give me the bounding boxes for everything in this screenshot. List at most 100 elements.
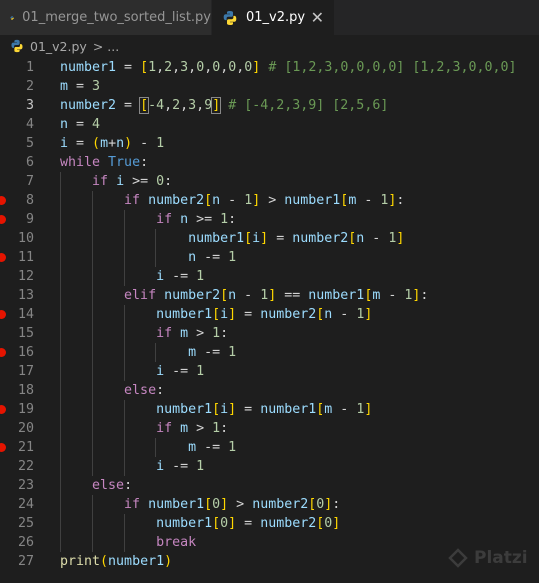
line-number: 11	[17, 250, 34, 265]
code-line[interactable]: 21 m -= 1	[0, 438, 539, 457]
line-number: 5	[25, 136, 34, 151]
line-number: 17	[17, 364, 34, 379]
line-number: 23	[17, 478, 34, 493]
code-line[interactable]: 15 if m > 1:	[0, 324, 539, 343]
code-line[interactable]: 16 m -= 1	[0, 343, 539, 362]
code-token: [	[212, 307, 221, 322]
code-token: number1	[108, 554, 165, 569]
line-number: 16	[17, 345, 34, 360]
code-token: number2	[164, 288, 221, 303]
code-token: if	[156, 421, 173, 436]
code-text: print(number1)	[60, 552, 172, 571]
code-line[interactable]: 2 m = 3	[0, 77, 539, 96]
code-token: number1	[188, 231, 245, 246]
code-line[interactable]: 10 number1[i] = number2[n - 1]	[0, 229, 539, 248]
code-token: =	[236, 516, 261, 531]
line-number: 1	[25, 60, 34, 75]
code-token: >	[188, 326, 213, 341]
code-token: else	[124, 383, 157, 398]
line-number: 12	[17, 269, 34, 284]
code-token: [	[212, 402, 221, 417]
code-token: >	[260, 193, 285, 208]
code-line[interactable]: 5 i = (m+n) - 1	[0, 134, 539, 153]
code-token: :	[164, 174, 173, 189]
code-line[interactable]: 9 if n >= 1:	[0, 210, 539, 229]
code-token: 1	[228, 440, 237, 455]
line-number: 2	[25, 79, 34, 94]
code-text: m -= 1	[60, 438, 236, 457]
code-line[interactable]: 1 number1 = [1,2,3,0,0,0,0] # [1,2,3,0,0,…	[0, 58, 539, 77]
code-line[interactable]: 17 i -= 1	[0, 362, 539, 381]
line-number: 20	[17, 421, 34, 436]
tab-01-v2[interactable]: 01_v2.py ✕	[212, 0, 335, 35]
code-token: :	[124, 478, 133, 493]
tab-merge-two-sorted-list[interactable]: 01_merge_two_sorted_list.py	[0, 0, 212, 35]
code-token: number1	[156, 307, 213, 322]
code-token: ]	[228, 307, 237, 322]
code-token: -=	[196, 440, 229, 455]
code-token: number1	[60, 60, 117, 75]
code-line[interactable]: 18 else:	[0, 381, 539, 400]
code-token: True	[108, 155, 141, 170]
close-icon[interactable]: ✕	[311, 8, 324, 27]
code-token: ,	[196, 98, 205, 113]
code-token: [	[204, 497, 213, 512]
code-token: number2	[252, 497, 309, 512]
code-token: >=	[124, 174, 157, 189]
line-number: 9	[25, 212, 34, 227]
code-text: n = 4	[60, 115, 100, 134]
code-line[interactable]: 3 number2 = [-4,2,3,9] # [-4,2,3,9] [2,5,…	[0, 96, 539, 115]
code-token: -	[364, 231, 389, 246]
code-token: number2	[260, 516, 317, 531]
breadcrumb-symbols[interactable]: ...	[107, 39, 119, 54]
code-token: number2	[260, 307, 317, 322]
code-token: ,	[172, 60, 181, 75]
code-token: m	[188, 345, 197, 360]
code-line[interactable]: 12 i -= 1	[0, 267, 539, 286]
code-line[interactable]: 22 i -= 1	[0, 457, 539, 476]
code-token: 1	[196, 269, 205, 284]
code-token: number1	[308, 288, 365, 303]
breadcrumb-separator: >	[92, 38, 104, 54]
code-line[interactable]: 20 if m > 1:	[0, 419, 539, 438]
code-line[interactable]: 8 if number2[n - 1] > number1[m - 1]:	[0, 191, 539, 210]
python-file-icon	[10, 15, 14, 20]
code-line[interactable]: 4n = 4	[0, 115, 539, 134]
code-token: =	[116, 98, 141, 113]
code-token: 3	[92, 79, 101, 94]
code-token: ]	[228, 516, 237, 531]
code-token: =	[68, 136, 93, 151]
tab-bar: 01_merge_two_sorted_list.py 01_v2.py ✕	[0, 0, 539, 35]
breadcrumb-file[interactable]: 01_v2.py	[30, 39, 87, 54]
code-token: 1	[196, 364, 205, 379]
code-token: i	[156, 364, 165, 379]
code-token: >	[228, 497, 253, 512]
code-line[interactable]: 13 elif number2[n - 1] == number1[m - 1]…	[0, 286, 539, 305]
code-line[interactable]: 19 number1[i] = number1[m - 1]	[0, 400, 539, 419]
code-line[interactable]: 24 if number1[0] > number2[0]:	[0, 495, 539, 514]
code-token: number1	[284, 193, 341, 208]
code-token: number1	[148, 497, 205, 512]
python-file-icon	[11, 39, 23, 53]
line-number: 14	[17, 307, 34, 322]
code-text: if m > 1:	[60, 419, 228, 438]
code-token: ]	[260, 231, 269, 246]
code-line[interactable]: 11 n -= 1	[0, 248, 539, 267]
code-line[interactable]: 14 number1[i] = number2[n - 1]	[0, 305, 539, 324]
code-line[interactable]: 25 number1[0] = number2[0]	[0, 514, 539, 533]
code-line[interactable]: 6 while True:	[0, 153, 539, 172]
code-line[interactable]: 23 else:	[0, 476, 539, 495]
code-line[interactable]: 7 if i >= 0:	[0, 172, 539, 191]
code-token: if	[124, 497, 141, 512]
line-number: 15	[17, 326, 34, 341]
tab-label: 01_v2.py	[246, 10, 306, 25]
code-token: i	[156, 269, 165, 284]
code-text: else:	[60, 381, 164, 400]
code-text: if number1[0] > number2[0]:	[60, 495, 340, 514]
code-token: [	[212, 516, 221, 531]
code-editor[interactable]: 1 number1 = [1,2,3,0,0,0,0] # [1,2,3,0,0,…	[0, 57, 539, 583]
